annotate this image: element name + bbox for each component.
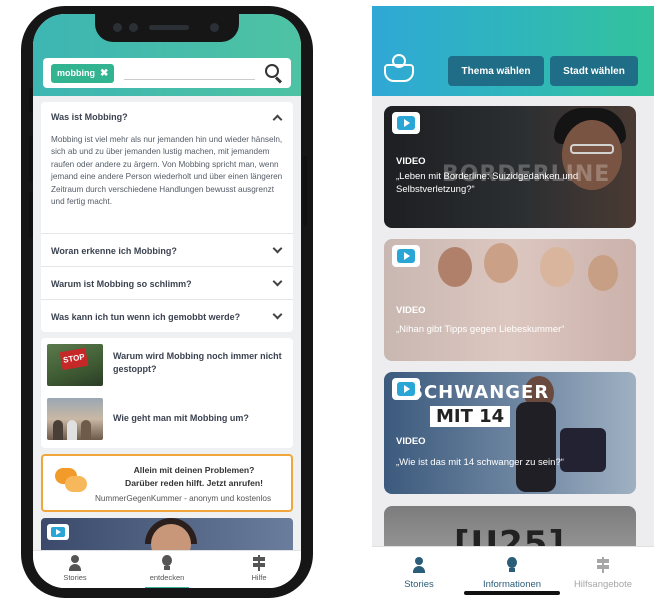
filter-chip[interactable]: mobbing ✖ [51,63,115,83]
video-card[interactable]: VIDEO „Nihan gibt Tipps gegen Liebeskumm… [384,239,636,361]
play-icon [392,112,420,134]
tab-entdecken[interactable]: entdecken [137,555,197,588]
video-kicker: VIDEO [396,156,426,167]
topic-select-button[interactable]: Thema wählen [448,56,544,86]
close-icon[interactable]: ✖ [100,68,108,79]
filter-chip-label: mobbing [57,68,95,78]
faq-question-open[interactable]: Was ist Mobbing? [51,112,128,122]
article-thumbnail: STOP [47,344,103,386]
helpline-line2: Darüber reden hilft. Jetzt anrufen! [125,478,263,488]
video-title: „Wie ist das mit 14 schwanger zu sein?“ [396,457,564,468]
chevron-down-icon [272,276,283,287]
phone-screen: mobbing ✖ Was ist Mobbing? Mobbing ist v… [33,14,301,588]
play-icon [392,378,420,400]
video-overlay-text: SCHWANGER [410,382,550,403]
chevron-up-icon[interactable] [272,114,283,125]
chat-bubbles-icon [55,468,87,494]
tab-stories[interactable]: Stories [374,557,464,590]
tab-label: entdecken [149,573,185,582]
faq-answer: Mobbing ist viel mehr als nur jemanden h… [51,135,283,207]
person-icon [411,557,427,575]
related-article[interactable]: Wie geht man mit Mobbing um? [47,398,287,444]
camera-icon [210,23,219,32]
signpost-icon [595,557,611,575]
app-screen: Thema wählen Stadt wählen BORDERLINE VID… [372,6,654,602]
helpline-banner[interactable]: Allein mit deinen Problemen? Darüber red… [41,454,293,512]
helpline-line1: Allein mit deinen Problemen? [133,465,255,475]
stop-sign-icon: STOP [59,347,89,371]
chevron-down-icon [272,243,283,254]
search-bar[interactable]: mobbing ✖ [43,58,291,88]
app-header: Thema wählen Stadt wählen [372,6,654,96]
signpost-icon [251,555,267,571]
tab-hilfsangebote[interactable]: Hilfsangebote [558,557,648,590]
search-input[interactable] [124,66,255,80]
faq-question: Woran erkenne ich Mobbing? [51,246,177,256]
tab-label: Stories [63,573,87,582]
camera-icon [129,23,138,32]
city-select-button[interactable]: Stadt wählen [550,56,638,86]
faq-question: Warum ist Mobbing so schlimm? [51,279,192,289]
video-kicker: VIDEO [396,436,426,447]
phone-notch [95,14,239,42]
tab-stories[interactable]: Stories [45,555,105,582]
article-title: Warum wird Mobbing noch immer nicht gest… [113,351,282,374]
helpline-line3: NummerGegenKummer - anonym und kostenlos [94,494,272,503]
phone-mockup: mobbing ✖ Was ist Mobbing? Mobbing ist v… [10,6,318,598]
related-article[interactable]: STOP Warum wird Mobbing noch immer nicht… [47,344,287,390]
book-person-icon[interactable] [384,54,414,84]
video-title: „Leben mit Borderline: Suizidgedanken un… [396,171,579,195]
video-card[interactable]: BORDERLINE VIDEO „Leben mit Borderline: … [384,106,636,228]
tab-label: Hilfsangebote [573,579,633,590]
video-card[interactable]: SCHWANGER MIT 14 VIDEO „Wie ist das mit … [384,372,636,494]
phone-side-button [303,156,307,226]
play-icon [47,524,69,540]
faq-item[interactable]: Was kann ich tun wenn ich gemobbt werde? [41,299,293,332]
speaker-icon [149,25,189,30]
chevron-down-icon [272,309,283,320]
article-thumbnail [47,398,103,440]
bulb-icon [159,555,175,571]
tab-hilfe[interactable]: Hilfe [229,555,289,582]
faq-question: Was kann ich tun wenn ich gemobbt werde? [51,312,241,322]
faq-accordion: Was ist Mobbing? Mobbing ist viel mehr a… [41,102,293,332]
video-kicker: VIDEO [396,305,426,316]
person-icon [67,555,83,571]
home-indicator [464,591,560,595]
camera-icon [113,23,122,32]
play-icon [392,245,420,267]
tab-informationen[interactable]: Informationen [467,557,557,590]
bottom-tab-bar: Stories entdecken Hilfe [33,550,301,588]
faq-item[interactable]: Woran erkenne ich Mobbing? [41,233,293,266]
related-articles: STOP Warum wird Mobbing noch immer nicht… [41,338,293,448]
search-icon[interactable] [265,64,283,82]
article-title: Wie geht man mit Mobbing um? [113,413,249,423]
tab-label: Stories [404,579,434,590]
tab-label: Informationen [482,579,542,590]
video-title: „Nihan gibt Tipps gegen Liebeskummer“ [396,324,565,335]
bulb-icon [504,557,520,575]
bottom-tab-bar: Stories Informationen Hilfsangebote [372,546,654,602]
video-overlay-text: MIT 14 [430,406,511,427]
faq-item[interactable]: Warum ist Mobbing so schlimm? [41,266,293,299]
tab-label: Hilfe [251,573,267,582]
